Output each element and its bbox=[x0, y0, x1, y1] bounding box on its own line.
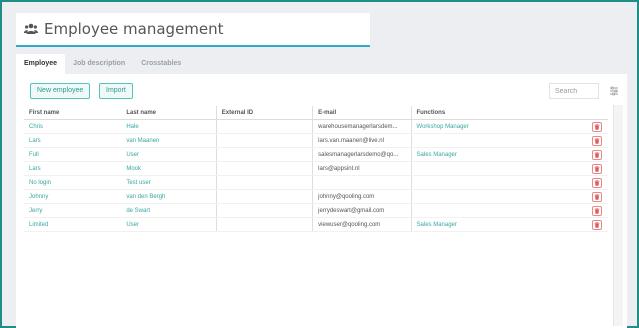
email-cell: salesmanagerlarsdemo@qo... bbox=[313, 148, 412, 161]
last-name-cell[interactable]: van den Bergh bbox=[121, 190, 217, 203]
external-id-cell bbox=[217, 190, 314, 203]
employee-panel: New employee Import First name Last name… bbox=[16, 74, 627, 328]
table-row[interactable]: Limited User viewuser@qooling.com Sales Man… bbox=[24, 218, 608, 232]
tab-employee[interactable]: Employee bbox=[16, 54, 66, 74]
email-cell: viewuser@qooling.com bbox=[313, 218, 412, 231]
external-id-cell bbox=[217, 148, 314, 161]
delete-button[interactable] bbox=[592, 205, 603, 216]
table-body: Chris Hale warehousemanagerlarsdem... Works… bbox=[24, 120, 608, 232]
first-name-cell[interactable]: No login bbox=[24, 176, 121, 189]
table-row[interactable]: Full User salesmanagerlarsdemo@qo... Sales … bbox=[24, 148, 608, 162]
column-header-last-name[interactable]: Last name bbox=[121, 106, 217, 119]
first-name-cell[interactable]: Jerry bbox=[24, 204, 121, 217]
functions-cell[interactable]: Sales Manager bbox=[412, 218, 587, 231]
trash-icon bbox=[594, 123, 600, 130]
external-id-cell bbox=[217, 162, 314, 175]
functions-cell[interactable] bbox=[412, 162, 587, 175]
trash-icon bbox=[594, 193, 600, 200]
tab-crosstables[interactable]: Crosstables bbox=[133, 54, 189, 74]
email-cell bbox=[313, 176, 412, 189]
table-row[interactable]: Jerry de Swart jerrydeswart@gmail.com bbox=[24, 204, 608, 218]
table-row[interactable]: Lars Mook lars@appsint.nl bbox=[24, 162, 608, 176]
first-name-cell[interactable]: Limited bbox=[24, 218, 121, 231]
delete-button[interactable] bbox=[592, 163, 603, 174]
last-name-cell[interactable]: Hale bbox=[121, 120, 217, 133]
filter-settings-icon[interactable] bbox=[609, 86, 619, 96]
functions-cell[interactable] bbox=[412, 204, 587, 217]
delete-button[interactable] bbox=[592, 219, 603, 230]
column-header-actions bbox=[587, 106, 608, 119]
external-id-cell bbox=[217, 218, 314, 231]
table-row[interactable]: Lars van Maanen lars.van.maanen@live.nl bbox=[24, 134, 608, 148]
last-name-cell[interactable]: Test user bbox=[121, 176, 217, 189]
delete-button[interactable] bbox=[592, 135, 603, 146]
actions-cell bbox=[587, 162, 608, 175]
last-name-cell[interactable]: User bbox=[121, 148, 217, 161]
delete-button[interactable] bbox=[592, 191, 603, 202]
trash-icon bbox=[594, 221, 600, 228]
delete-button[interactable] bbox=[592, 177, 603, 188]
last-name-cell[interactable]: User bbox=[121, 218, 217, 231]
table-row[interactable]: No login Test user bbox=[24, 176, 608, 190]
column-header-functions[interactable]: Functions bbox=[412, 106, 587, 119]
functions-cell[interactable] bbox=[412, 190, 587, 203]
first-name-cell[interactable]: Lars bbox=[24, 162, 121, 175]
new-employee-button[interactable]: New employee bbox=[30, 83, 91, 99]
email-cell: johnny@qooling.com bbox=[313, 190, 412, 203]
column-header-email[interactable]: E-mail bbox=[313, 106, 412, 119]
last-name-cell[interactable]: de Swart bbox=[121, 204, 217, 217]
email-cell: warehousemanagerlarsdem... bbox=[313, 120, 412, 133]
trash-icon bbox=[594, 151, 600, 158]
column-header-external-id[interactable]: External ID bbox=[217, 106, 314, 119]
external-id-cell bbox=[217, 134, 314, 147]
trash-icon bbox=[594, 165, 600, 172]
functions-cell[interactable]: Workshop Manager bbox=[412, 120, 587, 133]
page-title: Employee management bbox=[44, 20, 224, 38]
vertical-scrollbar[interactable] bbox=[613, 105, 623, 326]
email-cell: jerrydeswart@gmail.com bbox=[313, 204, 412, 217]
first-name-cell[interactable]: Full bbox=[24, 148, 121, 161]
actions-cell bbox=[587, 148, 608, 161]
last-name-cell[interactable]: Mook bbox=[121, 162, 217, 175]
search-input[interactable] bbox=[549, 83, 599, 99]
email-cell: lars@appsint.nl bbox=[313, 162, 412, 175]
last-name-cell[interactable]: van Maanen bbox=[121, 134, 217, 147]
actions-cell bbox=[587, 218, 608, 231]
first-name-cell[interactable]: Lars bbox=[24, 134, 121, 147]
functions-cell[interactable]: Sales Manager bbox=[412, 148, 587, 161]
tab-bar: Employee Job description Crosstables bbox=[16, 54, 189, 74]
trash-icon bbox=[594, 207, 600, 214]
first-name-cell[interactable]: Chris bbox=[24, 120, 121, 133]
people-icon bbox=[24, 23, 38, 34]
table-row[interactable]: Chris Hale warehousemanagerlarsdem... Works… bbox=[24, 120, 608, 134]
actions-cell bbox=[587, 190, 608, 203]
import-button[interactable]: Import bbox=[99, 83, 133, 99]
delete-button[interactable] bbox=[592, 121, 603, 132]
actions-cell bbox=[587, 176, 608, 189]
functions-cell[interactable] bbox=[412, 176, 587, 189]
trash-icon bbox=[594, 137, 600, 144]
external-id-cell bbox=[217, 120, 314, 133]
table-header-row: First name Last name External ID E-mail … bbox=[24, 106, 608, 120]
functions-cell[interactable] bbox=[412, 134, 587, 147]
external-id-cell bbox=[217, 176, 314, 189]
page-header: Employee management bbox=[16, 13, 370, 47]
employee-table: First name Last name External ID E-mail … bbox=[24, 106, 608, 232]
actions-cell bbox=[587, 134, 608, 147]
column-header-first-name[interactable]: First name bbox=[24, 106, 121, 119]
actions-cell bbox=[587, 204, 608, 217]
email-cell: lars.van.maanen@live.nl bbox=[313, 134, 412, 147]
first-name-cell[interactable]: Johnny bbox=[24, 190, 121, 203]
table-row[interactable]: Johnny van den Bergh johnny@qooling.com bbox=[24, 190, 608, 204]
trash-icon bbox=[594, 179, 600, 186]
delete-button[interactable] bbox=[592, 149, 603, 160]
external-id-cell bbox=[217, 204, 314, 217]
actions-cell bbox=[587, 120, 608, 133]
tab-job-description[interactable]: Job description bbox=[65, 54, 133, 74]
